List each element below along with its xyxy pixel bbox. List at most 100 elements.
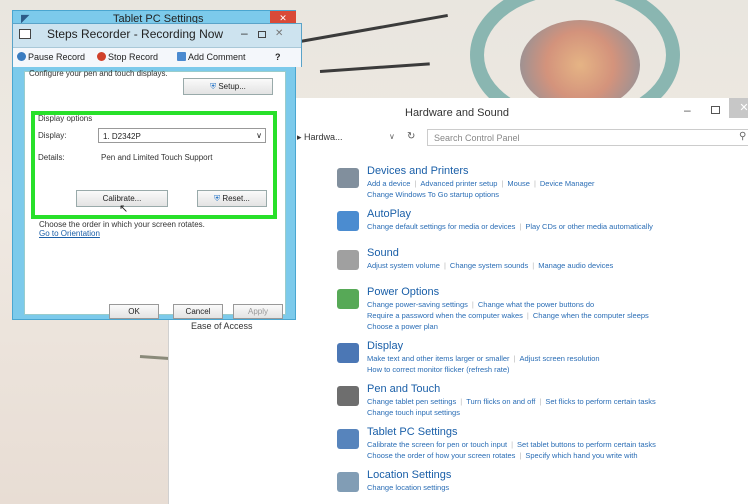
category-link[interactable]: Set flicks to perform certain tasks xyxy=(545,397,655,406)
category-title-link[interactable]: Devices and Printers xyxy=(367,164,748,178)
category-link[interactable]: Adjust system volume xyxy=(367,261,440,270)
category-link[interactable]: Manage audio devices xyxy=(538,261,613,270)
category-link[interactable]: Device Manager xyxy=(540,179,595,188)
category-title-link[interactable]: Power Options xyxy=(367,285,748,299)
steps-recorder-window: Steps Recorder - Recording Now – ✕ Pause… xyxy=(12,23,302,67)
display-select[interactable]: 1. D2342P ∨ xyxy=(98,128,266,143)
orientation-text: Choose the order in which your screen ro… xyxy=(39,220,205,229)
apply-button[interactable]: Apply xyxy=(233,304,283,319)
category-item: Display Make text and other items larger … xyxy=(335,339,748,375)
link-separator: | xyxy=(443,261,446,270)
category-link[interactable]: Change touch input settings xyxy=(367,408,460,417)
category-link[interactable]: Change when the computer sleeps xyxy=(533,311,649,320)
comment-icon xyxy=(177,52,186,61)
category-link[interactable]: Specify which hand you write with xyxy=(525,451,637,460)
maximize-button[interactable] xyxy=(711,106,720,114)
category-icon xyxy=(337,250,359,270)
category-link[interactable]: Change default settings for media or dev… xyxy=(367,222,515,231)
cancel-button[interactable]: Cancel xyxy=(173,304,223,319)
category-icon xyxy=(337,343,359,363)
category-link[interactable]: Mouse xyxy=(507,179,530,188)
category-link[interactable]: Advanced printer setup xyxy=(420,179,497,188)
category-title-link[interactable]: Tablet PC Settings xyxy=(367,425,748,439)
link-separator: | xyxy=(414,179,417,188)
recorder-toolbar: Pause Record Stop Record Add Comment ? xyxy=(13,47,301,67)
refresh-icon[interactable]: ↻ xyxy=(407,131,415,142)
cursor-icon: ↖ xyxy=(119,203,129,215)
category-icon xyxy=(337,472,359,492)
pause-record-button[interactable]: Pause Record xyxy=(17,52,85,62)
category-link[interactable]: Turn flicks on and off xyxy=(466,397,535,406)
category-title-link[interactable]: Sound xyxy=(367,246,748,260)
category-link[interactable]: Calibrate the screen for pen or touch in… xyxy=(367,440,507,449)
stop-record-button[interactable]: Stop Record xyxy=(97,52,158,62)
category-link[interactable]: How to correct monitor flicker (refresh … xyxy=(367,365,510,374)
breadcrumb[interactable]: ▸ Hardwa... xyxy=(297,132,343,143)
category-link-row: Choose the order of how your screen rota… xyxy=(367,450,748,461)
category-link[interactable]: Change Windows To Go startup options xyxy=(367,190,499,199)
category-link[interactable]: Make text and other items larger or smal… xyxy=(367,354,510,363)
category-icon xyxy=(337,168,359,188)
category-link[interactable]: Add a device xyxy=(367,179,410,188)
link-separator: | xyxy=(513,354,516,363)
sidebar-item-ease-of-access[interactable]: Ease of Access xyxy=(191,321,253,331)
category-link[interactable]: Require a password when the computer wak… xyxy=(367,311,523,320)
stop-record-label: Stop Record xyxy=(108,52,159,62)
category-link[interactable]: Change what the power buttons do xyxy=(478,300,594,309)
category-link-row: Change power-saving settings | Change what… xyxy=(367,299,748,310)
ok-button[interactable]: OK xyxy=(109,304,159,319)
help-button[interactable]: ? xyxy=(275,52,281,62)
category-link[interactable]: Play CDs or other media automatically xyxy=(525,222,653,231)
link-separator: | xyxy=(471,300,474,309)
category-title-link[interactable]: Pen and Touch xyxy=(367,382,748,396)
category-link-row: Change touch input settings xyxy=(367,407,748,418)
recorder-title: Steps Recorder - Recording Now xyxy=(47,27,224,41)
category-item: Sound Adjust system volume | Change system … xyxy=(335,246,748,278)
category-link[interactable]: Adjust screen resolution xyxy=(520,354,600,363)
window-title: Hardware and Sound xyxy=(405,107,509,119)
category-title-link[interactable]: Location Settings xyxy=(367,468,748,482)
category-link-row: Change tablet pen settings | Turn flicks o… xyxy=(367,396,748,407)
maximize-button[interactable] xyxy=(258,31,266,38)
setup-button[interactable]: ⛨ Setup... xyxy=(183,78,273,95)
close-button[interactable]: ✕ xyxy=(275,28,283,39)
category-title-link[interactable]: Display xyxy=(367,339,748,353)
search-icon[interactable]: ⚲ xyxy=(739,131,746,142)
close-button[interactable]: ✕ xyxy=(729,98,748,118)
pause-icon xyxy=(17,52,26,61)
category-link-row: Change location settings xyxy=(367,482,748,493)
category-link[interactable]: Set tablet buttons to perform certain ta… xyxy=(517,440,656,449)
link-separator: | xyxy=(539,397,542,406)
link-separator: | xyxy=(460,397,463,406)
category-item: Location Settings Change location setting… xyxy=(335,468,748,500)
chevron-down-icon[interactable]: ∨ xyxy=(389,132,395,141)
category-link[interactable]: Change tablet pen settings xyxy=(367,397,456,406)
link-separator: | xyxy=(533,179,536,188)
configure-text: Configure your pen and touch displays. xyxy=(29,69,168,78)
category-link[interactable]: Choose a power plan xyxy=(367,322,438,331)
minimize-button[interactable]: – xyxy=(684,103,691,117)
category-link-row: Change default settings for media or dev… xyxy=(367,221,748,232)
details-value: Pen and Limited Touch Support xyxy=(101,153,213,162)
category-title-link[interactable]: AutoPlay xyxy=(367,207,748,221)
reset-button[interactable]: ⛨ Reset... xyxy=(197,190,267,207)
category-link[interactable]: Choose the order of how your screen rota… xyxy=(367,451,515,460)
shield-icon: ⛨ xyxy=(210,82,217,91)
add-comment-button[interactable]: Add Comment xyxy=(177,52,246,62)
address-bar: ▸ Hardwa... ∨ ↻ Search Control Panel ⚲ xyxy=(297,129,748,147)
link-separator: | xyxy=(532,261,535,270)
link-separator: | xyxy=(519,451,522,460)
link-separator: | xyxy=(501,179,504,188)
go-to-orientation-link[interactable]: Go to Orientation xyxy=(39,229,100,238)
minimize-button[interactable]: – xyxy=(241,26,248,40)
display-label: Display: xyxy=(38,131,67,140)
setup-label: Setup... xyxy=(218,82,246,91)
category-icon xyxy=(337,429,359,449)
category-item: Pen and Touch Change tablet pen settings |… xyxy=(335,382,748,418)
category-link[interactable]: Change location settings xyxy=(367,483,449,492)
search-input[interactable]: Search Control Panel xyxy=(427,129,748,146)
shield-icon: ⛨ xyxy=(214,194,221,203)
wallpaper-art-inner xyxy=(520,20,640,110)
category-link[interactable]: Change power-saving settings xyxy=(367,300,468,309)
category-link[interactable]: Change system sounds xyxy=(450,261,528,270)
